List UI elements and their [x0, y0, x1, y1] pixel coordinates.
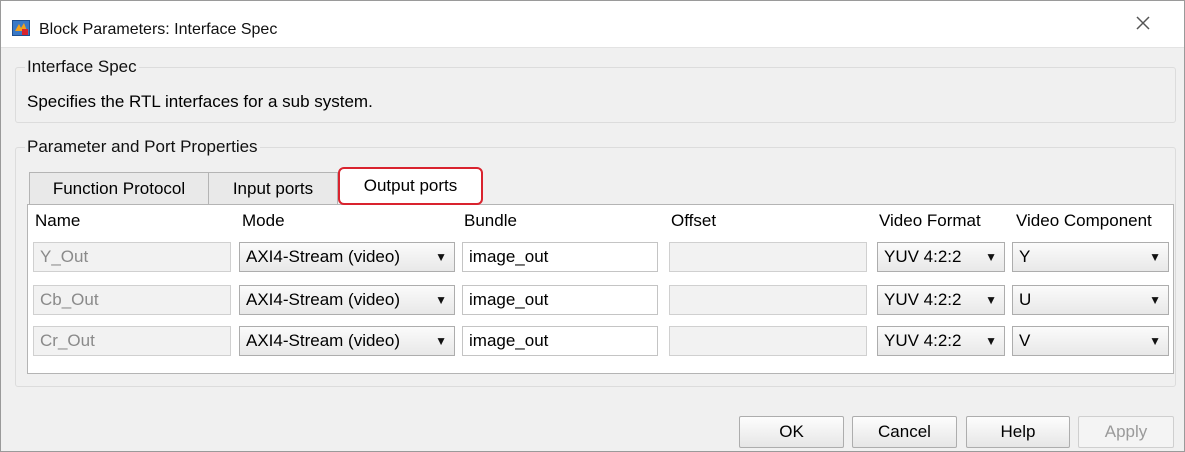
interface-spec-group-title: Interface Spec [25, 57, 139, 77]
ok-button-label: OK [779, 422, 804, 441]
mode-value: AXI4-Stream (video) [246, 290, 400, 309]
tab-output-ports[interactable]: Output ports [338, 167, 483, 205]
bundle-field[interactable]: image_out [462, 285, 658, 315]
dropdown-arrow-icon: ▼ [435, 250, 447, 264]
interface-description: Specifies the RTL interfaces for a sub s… [27, 92, 373, 111]
video-format-value: YUV 4:2:2 [884, 290, 962, 309]
bundle-value: image_out [469, 247, 549, 266]
tab-input-ports-label: Input ports [232, 178, 314, 198]
video-component-value: Y [1019, 247, 1031, 266]
mode-select[interactable]: AXI4-Stream (video) ▼ [239, 285, 455, 315]
dropdown-arrow-icon: ▼ [435, 334, 447, 348]
dropdown-arrow-icon: ▼ [985, 293, 997, 307]
cancel-button[interactable]: Cancel [852, 416, 957, 448]
port-name-field: Cb_Out [33, 285, 231, 315]
help-button[interactable]: Help [966, 416, 1070, 448]
video-component-value: V [1019, 331, 1031, 350]
simulink-app-icon [12, 20, 30, 36]
dropdown-arrow-icon: ▼ [1149, 334, 1161, 348]
bundle-field[interactable]: image_out [462, 326, 658, 356]
tab-function-protocol-label: Function Protocol [52, 178, 186, 198]
dropdown-arrow-icon: ▼ [985, 250, 997, 264]
column-header-video-component: Video Component [1016, 211, 1152, 230]
video-component-select[interactable]: V ▼ [1012, 326, 1169, 356]
title-bar[interactable]: Block Parameters: Interface Spec [1, 1, 1184, 48]
port-name-value: Cb_Out [40, 290, 99, 309]
mode-select[interactable]: AXI4-Stream (video) ▼ [239, 242, 455, 272]
offset-field [669, 242, 867, 272]
dropdown-arrow-icon: ▼ [1149, 250, 1161, 264]
offset-field [669, 285, 867, 315]
video-component-select[interactable]: Y ▼ [1012, 242, 1169, 272]
bundle-value: image_out [469, 331, 549, 350]
port-name-field: Cr_Out [33, 326, 231, 356]
dropdown-arrow-icon: ▼ [985, 334, 997, 348]
mode-value: AXI4-Stream (video) [246, 247, 400, 266]
port-name-field: Y_Out [33, 242, 231, 272]
mode-value: AXI4-Stream (video) [246, 331, 400, 350]
close-button[interactable] [1121, 11, 1165, 35]
dropdown-arrow-icon: ▼ [435, 293, 447, 307]
column-header-bundle: Bundle [464, 211, 517, 230]
mode-select[interactable]: AXI4-Stream (video) ▼ [239, 326, 455, 356]
video-format-select[interactable]: YUV 4:2:2 ▼ [877, 326, 1005, 356]
video-format-value: YUV 4:2:2 [884, 247, 962, 266]
column-header-offset: Offset [671, 211, 717, 230]
apply-button[interactable]: Apply [1078, 416, 1174, 448]
video-format-select[interactable]: YUV 4:2:2 ▼ [877, 285, 1005, 315]
video-format-value: YUV 4:2:2 [884, 331, 962, 350]
bundle-value: image_out [469, 290, 549, 309]
tab-function-protocol[interactable]: Function Protocol [29, 172, 209, 204]
tab-output-ports-label: Output ports [363, 176, 458, 195]
dialog-window: Block Parameters: Interface Spec Interfa… [0, 0, 1185, 452]
column-header-mode: Mode [242, 211, 285, 230]
tab-input-ports[interactable]: Input ports [208, 172, 338, 204]
video-format-select[interactable]: YUV 4:2:2 ▼ [877, 242, 1005, 272]
column-header-name: Name [35, 211, 81, 230]
dropdown-arrow-icon: ▼ [1149, 293, 1161, 307]
window-title: Block Parameters: Interface Spec [39, 21, 278, 38]
column-header-video-format: Video Format [879, 211, 981, 230]
apply-button-label: Apply [1104, 422, 1148, 441]
video-component-value: U [1019, 290, 1032, 309]
port-name-value: Cr_Out [40, 331, 95, 350]
ok-button[interactable]: OK [739, 416, 844, 448]
cancel-button-label: Cancel [878, 422, 931, 441]
port-name-value: Y_Out [40, 247, 89, 266]
video-component-select[interactable]: U ▼ [1012, 285, 1169, 315]
bundle-field[interactable]: image_out [462, 242, 658, 272]
close-icon [1136, 16, 1150, 30]
parameter-port-properties-title: Parameter and Port Properties [25, 137, 260, 157]
offset-field [669, 326, 867, 356]
help-button-label: Help [1000, 422, 1036, 441]
